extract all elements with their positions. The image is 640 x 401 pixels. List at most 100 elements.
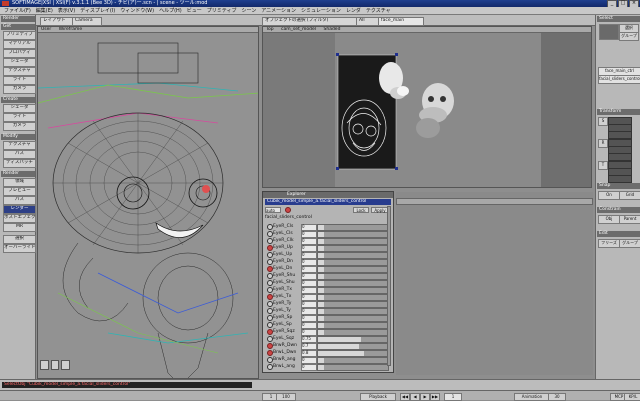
script-command-field[interactable]: SelectObj "Cubik_model_simple_a.facial_s…	[2, 382, 252, 388]
parameter-row[interactable]: EyeL_Dn 0	[267, 265, 391, 273]
parameter-row[interactable]: EyeL_Ty 0	[267, 307, 391, 315]
parameter-row[interactable]: EyeL_Tx 0	[267, 293, 391, 301]
parameter-row[interactable]: BrwL_ang 0	[267, 363, 391, 371]
right-panel-section-header[interactable]: Transform	[597, 109, 640, 115]
left-panel-button[interactable]: カメラ	[3, 122, 36, 131]
right-panel-button[interactable]: Obj	[598, 215, 620, 224]
left-panel-button[interactable]: プロパティ	[3, 49, 36, 58]
left-panel-section-header[interactable]: Get	[1, 24, 35, 30]
right-panel-section-header[interactable]: Edit	[597, 231, 640, 237]
left-panel-button[interactable]: プリミティブ	[3, 31, 36, 40]
menu-item[interactable]: シーン	[241, 7, 256, 14]
viewport-user-wireframe[interactable]: User Wireframe	[37, 26, 259, 379]
parameter-row[interactable]: EyeR_Clk 0	[267, 237, 391, 245]
menu-item[interactable]: アニメーション	[261, 7, 296, 14]
zoom-icon[interactable]	[61, 360, 71, 370]
parameter-row[interactable]: BrwR_ang 0	[267, 356, 391, 364]
menu-item[interactable]: 編集(E)	[36, 7, 53, 14]
parameter-slider[interactable]	[317, 364, 389, 371]
scene-field[interactable]: face_main	[378, 17, 424, 26]
right-panel-button[interactable]: Grid	[619, 191, 640, 200]
layout-button[interactable]: レイアウト	[40, 17, 76, 26]
orbit-icon[interactable]	[40, 360, 49, 370]
left-panel-button[interactable]: テクスチャ	[3, 67, 36, 76]
view-camera-button[interactable]: Camera	[72, 17, 102, 26]
menu-item[interactable]: シミュレーション	[301, 7, 341, 14]
menu-item[interactable]: プリミティブ	[207, 7, 237, 14]
left-panel-section-header[interactable]: Create	[1, 97, 35, 103]
transform-value-field[interactable]	[608, 175, 632, 183]
menu-item[interactable]: ビュー	[187, 7, 202, 14]
viewport-left-shading[interactable]: Wireframe	[59, 27, 82, 32]
parameter-row[interactable]: EyeR_Up 0	[267, 244, 391, 252]
group-button[interactable]: グループ	[619, 32, 639, 41]
left-panel-button[interactable]: カメラ	[3, 85, 36, 94]
transform-value-field[interactable]	[608, 131, 632, 139]
left-panel-bottom-button[interactable]: 選択	[3, 235, 36, 244]
left-panel-button[interactable]: ディスパッチ	[3, 159, 36, 168]
left-panel-bottom-button[interactable]: オーバーライド	[3, 244, 36, 253]
parameter-row[interactable]: BrwR_Dwn 0.7	[267, 342, 391, 350]
left-panel-button[interactable]: プレビュー	[3, 187, 36, 196]
parameter-row[interactable]: EyeL_Sqz 0.75	[267, 335, 391, 343]
left-panel-button[interactable]: シェーダ	[3, 104, 36, 113]
parameter-row[interactable]: EyeR_Sp 0	[267, 314, 391, 322]
left-panel-button[interactable]: ライト	[3, 76, 36, 85]
menu-item[interactable]: ファイル(F)	[4, 7, 31, 14]
left-panel-button[interactable]: マテリアル	[3, 40, 36, 49]
parameter-row[interactable]: BrwL_Dwn 0.8	[267, 349, 391, 357]
parameter-value-field[interactable]: 0	[301, 364, 317, 371]
transform-value-field[interactable]	[608, 153, 632, 161]
right-panel-button[interactable]: フリーズ	[598, 239, 620, 248]
right-panel-section-header[interactable]: Constrain	[597, 207, 640, 213]
right-panel-button[interactable]: グループ	[619, 239, 640, 248]
right-panel-section-header[interactable]: Snap	[597, 183, 640, 189]
parameter-name: EyeR_Dn	[273, 259, 293, 264]
parameter-row[interactable]: EyeR_Cls 0	[267, 223, 391, 231]
timeline-bar[interactable]	[396, 198, 593, 205]
parameter-row[interactable]: EyeL_Shu 0	[267, 279, 391, 287]
selection-filter-dropdown[interactable]: オブジェクトの選択 (フィルタ)	[262, 17, 360, 26]
transform-label[interactable]: R	[598, 139, 608, 148]
viewport-top-shaded[interactable]: Top cam_set_model Shaded	[262, 26, 592, 188]
menu-item[interactable]: ヘルプ(H)	[159, 7, 182, 14]
left-panel-button[interactable]: レンダー	[3, 205, 36, 214]
transform-label[interactable]: T	[598, 161, 608, 170]
transform-label[interactable]: S	[598, 117, 608, 126]
command-line-bar: SelectObj "Cubik_model_simple_a.facial_s…	[0, 379, 640, 390]
parameter-row[interactable]: EyeL_Up 0	[267, 251, 391, 259]
left-panel-button[interactable]: 領域	[3, 178, 36, 187]
parameter-row[interactable]: EyeL_Cls 0	[267, 230, 391, 238]
left-panel-button[interactable]: ポストエフェクト	[3, 214, 36, 223]
left-panel-section-header[interactable]: Render	[1, 171, 35, 177]
select-arrow-icon[interactable]	[599, 24, 619, 40]
left-panel-button[interactable]: パス	[3, 150, 36, 159]
left-panel-button[interactable]: ライト	[3, 113, 36, 122]
menu-item[interactable]: ディスプレイ(I)	[80, 7, 115, 14]
left-panel-button[interactable]: テクスチャ	[3, 141, 36, 150]
viewport-right-shading[interactable]: Shaded	[323, 27, 340, 32]
record-key-icon[interactable]	[285, 207, 291, 213]
explorer-scrollbar[interactable]	[387, 206, 391, 366]
left-panel-button[interactable]: パス	[3, 196, 36, 205]
lock-button[interactable]: Lock	[353, 207, 369, 213]
object-name-field-2[interactable]: facial_sliders_control	[598, 75, 640, 84]
viewport-right-camera[interactable]: cam_set_model	[281, 27, 316, 32]
parameter-row[interactable]: EyeR_Ty 0	[267, 300, 391, 308]
menu-item[interactable]: レンダ	[346, 7, 361, 14]
left-panel-section-header[interactable]: Modify	[1, 134, 35, 140]
right-panel-button[interactable]: On	[598, 191, 620, 200]
left-panel-button[interactable]: シェーダ	[3, 58, 36, 67]
menu-item[interactable]: ウィンドウ(W)	[120, 7, 154, 14]
parameter-row[interactable]: EyeR_Shu 0	[267, 272, 391, 280]
parameter-row[interactable]: EyeR_Dn 0	[267, 258, 391, 266]
parameter-row[interactable]: EyeR_Sqz 0	[267, 328, 391, 336]
pan-icon[interactable]	[50, 360, 60, 370]
left-panel-button[interactable]: MR	[3, 223, 36, 232]
parameter-row[interactable]: EyeL_Sp 0	[267, 321, 391, 329]
menu-item[interactable]: 表示(V)	[58, 7, 75, 14]
explorer-mode-dropdown[interactable]: auto	[265, 207, 281, 213]
parameter-row[interactable]: EyeR_Tx 0	[267, 286, 391, 294]
menu-item[interactable]: テクスチャ	[366, 7, 391, 14]
right-panel-button[interactable]: Parent	[619, 215, 640, 224]
